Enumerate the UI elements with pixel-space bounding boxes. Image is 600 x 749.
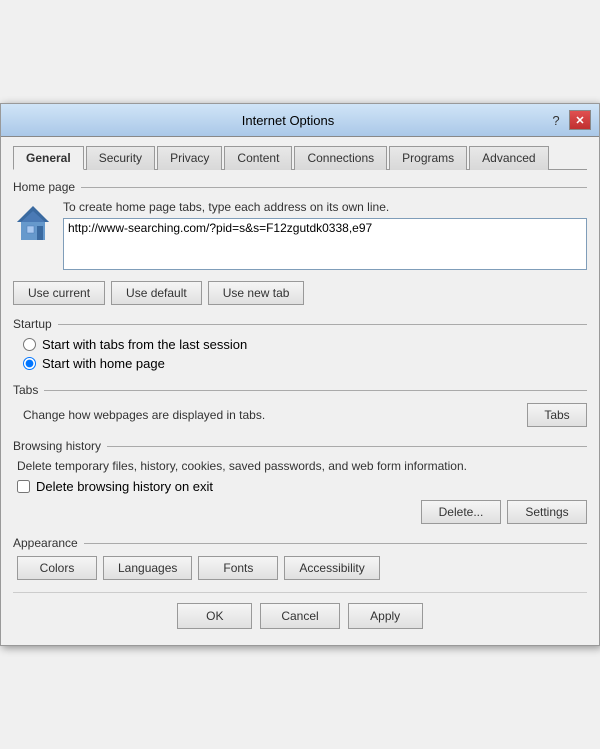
house-icon [13, 204, 53, 244]
home-page-buttons: Use current Use default Use new tab [13, 281, 587, 305]
close-button[interactable]: ✕ [569, 110, 591, 130]
delete-on-exit-row: Delete browsing history on exit [13, 479, 587, 494]
appearance-section: Appearance Colors Languages Fonts Access… [13, 536, 587, 580]
home-page-right: To create home page tabs, type each addr… [63, 200, 587, 273]
use-current-button[interactable]: Use current [13, 281, 105, 305]
internet-options-window: Internet Options ? ✕ General Security Pr… [0, 103, 600, 646]
startup-radio-last-session[interactable] [23, 338, 36, 351]
settings-button[interactable]: Settings [507, 500, 587, 524]
browsing-history-title: Browsing history [13, 439, 587, 453]
delete-on-exit-label: Delete browsing history on exit [36, 479, 213, 494]
startup-radio-group: Start with tabs from the last session St… [23, 337, 587, 371]
apply-button[interactable]: Apply [348, 603, 423, 629]
cancel-button[interactable]: Cancel [260, 603, 339, 629]
tab-privacy[interactable]: Privacy [157, 146, 222, 170]
tabs-button[interactable]: Tabs [527, 403, 587, 427]
tab-connections[interactable]: Connections [294, 146, 387, 170]
browsing-history-section: Browsing history Delete temporary files,… [13, 439, 587, 524]
startup-radio-home-page[interactable] [23, 357, 36, 370]
startup-option1: Start with tabs from the last session [23, 337, 587, 352]
startup-option2-label: Start with home page [42, 356, 165, 371]
bottom-buttons: OK Cancel Apply [13, 592, 587, 633]
tabs-section-title: Tabs [13, 383, 587, 397]
tab-programs[interactable]: Programs [389, 146, 467, 170]
dialog-content: General Security Privacy Content Connect… [1, 137, 599, 645]
home-page-url-input[interactable] [63, 218, 587, 270]
delete-button[interactable]: Delete... [421, 500, 501, 524]
browsing-history-buttons: Delete... Settings [13, 500, 587, 524]
tabs-section: Tabs Change how webpages are displayed i… [13, 383, 587, 427]
ok-button[interactable]: OK [177, 603, 252, 629]
startup-option1-label: Start with tabs from the last session [42, 337, 247, 352]
delete-on-exit-checkbox[interactable] [17, 480, 30, 493]
tab-security[interactable]: Security [86, 146, 155, 170]
tabs-row: Change how webpages are displayed in tab… [13, 403, 587, 427]
appearance-title: Appearance [13, 536, 587, 550]
home-page-description: To create home page tabs, type each addr… [63, 200, 587, 214]
fonts-button[interactable]: Fonts [198, 556, 278, 580]
home-page-row: To create home page tabs, type each addr… [13, 200, 587, 273]
use-new-tab-button[interactable]: Use new tab [208, 281, 305, 305]
startup-option2: Start with home page [23, 356, 587, 371]
startup-title: Startup [13, 317, 587, 331]
accessibility-button[interactable]: Accessibility [284, 556, 379, 580]
tab-content[interactable]: Content [224, 146, 292, 170]
tabs-description: Change how webpages are displayed in tab… [23, 408, 265, 422]
use-default-button[interactable]: Use default [111, 281, 202, 305]
tab-general[interactable]: General [13, 146, 84, 170]
tab-bar: General Security Privacy Content Connect… [13, 145, 587, 170]
home-page-section: Home page To create home page tabs, type… [13, 180, 587, 305]
help-button[interactable]: ? [545, 110, 567, 130]
browsing-history-description: Delete temporary files, history, cookies… [13, 459, 587, 473]
appearance-buttons: Colors Languages Fonts Accessibility [13, 556, 587, 580]
tab-advanced[interactable]: Advanced [469, 146, 548, 170]
title-bar-controls: ? ✕ [545, 110, 591, 130]
title-bar: Internet Options ? ✕ [1, 104, 599, 137]
colors-button[interactable]: Colors [17, 556, 97, 580]
startup-section: Startup Start with tabs from the last se… [13, 317, 587, 371]
languages-button[interactable]: Languages [103, 556, 192, 580]
window-title: Internet Options [31, 113, 545, 128]
home-page-title: Home page [13, 180, 587, 194]
